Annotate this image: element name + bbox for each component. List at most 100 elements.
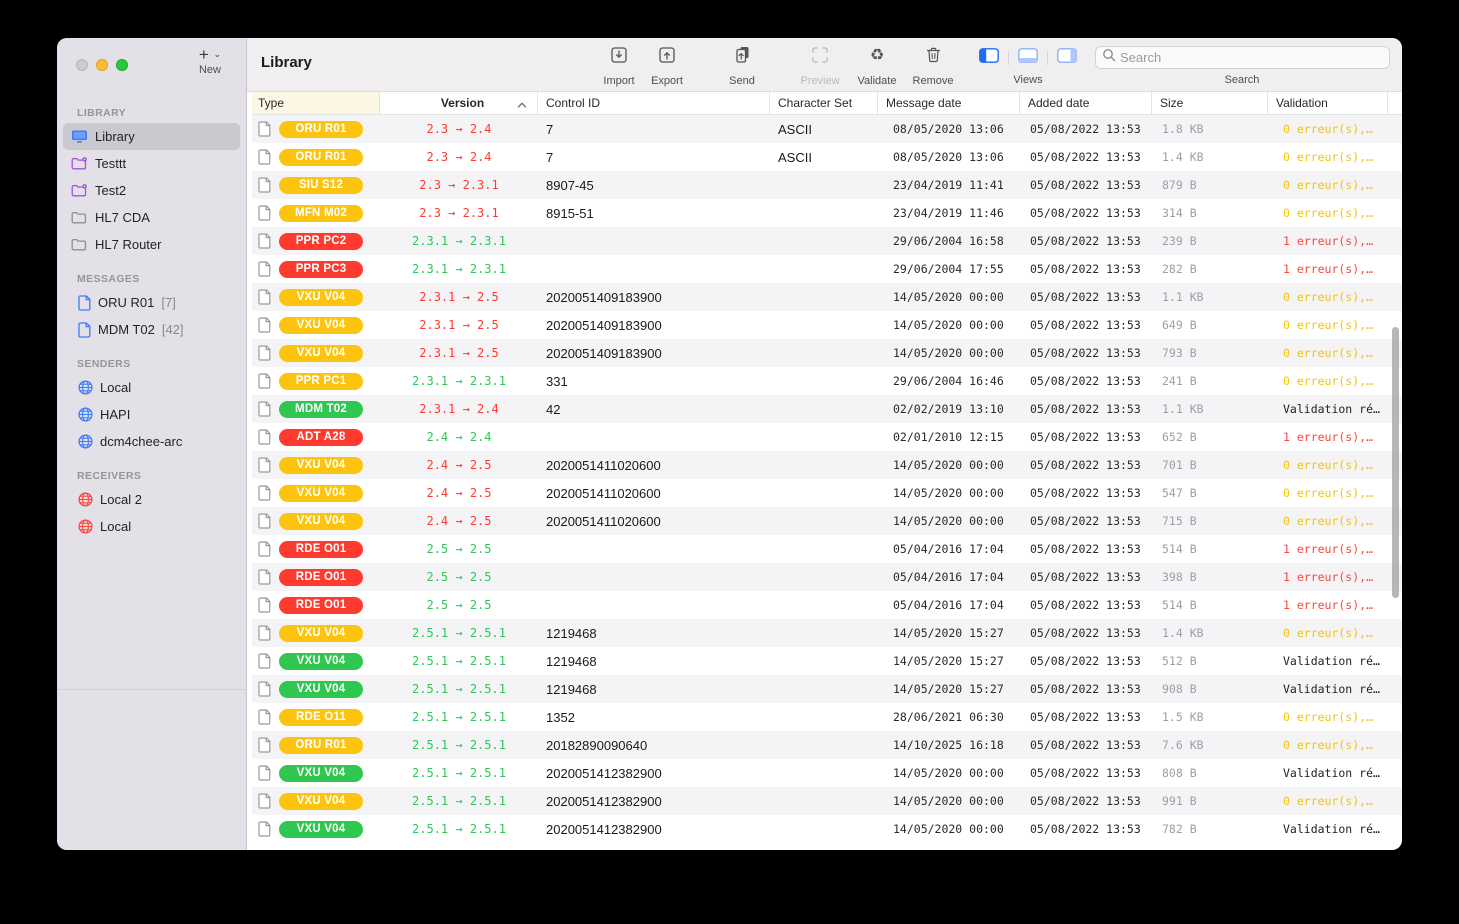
file-icon bbox=[258, 793, 271, 809]
added-date-cell: 05/08/2022 13:53 bbox=[1020, 367, 1152, 395]
table-row[interactable]: PPR PC12.3.1 → 2.3.133129/06/2004 16:460… bbox=[252, 367, 1402, 395]
table-row[interactable]: RDE O012.5 → 2.505/04/2016 17:0405/08/20… bbox=[252, 591, 1402, 619]
table-row[interactable]: VXU V042.3.1 → 2.5202005140918390014/05/… bbox=[252, 339, 1402, 367]
search-field[interactable] bbox=[1095, 46, 1390, 69]
zoom-window-button[interactable] bbox=[116, 59, 128, 71]
sidebar-item-mdm-t02[interactable]: MDM T02[42] bbox=[63, 316, 240, 343]
added-date-cell: 05/08/2022 13:53 bbox=[1020, 479, 1152, 507]
vertical-scrollbar[interactable] bbox=[1392, 327, 1399, 598]
column-header-type[interactable]: Type bbox=[252, 92, 380, 114]
sidebar-item-local[interactable]: Local bbox=[63, 513, 240, 540]
table-row[interactable]: VXU V042.5.1 → 2.5.1202005141238290014/0… bbox=[252, 787, 1402, 815]
sidebar-item-hl7-router[interactable]: HL7 Router bbox=[63, 231, 240, 258]
table-row[interactable]: MDM T022.3.1 → 2.44202/02/2019 13:1005/0… bbox=[252, 395, 1402, 423]
added-date-cell: 05/08/2022 13:53 bbox=[1020, 451, 1152, 479]
validation-cell: 0 erreur(s),… bbox=[1268, 311, 1388, 339]
export-button[interactable]: Export bbox=[635, 45, 699, 87]
sidebar-item-test2[interactable]: Test2 bbox=[63, 177, 240, 204]
version-cell: 2.5.1 → 2.5.1 bbox=[380, 787, 538, 815]
sidebar-item-testtt[interactable]: Testtt bbox=[63, 150, 240, 177]
table-row[interactable]: VXU V042.3.1 → 2.5202005140918390014/05/… bbox=[252, 311, 1402, 339]
message-type-badge: PPR PC1 bbox=[279, 373, 363, 390]
table-header: Type Version Control IDCharacter SetMessag… bbox=[252, 92, 1402, 115]
column-header-label: Version bbox=[441, 96, 484, 110]
control-id-cell: 331 bbox=[538, 367, 770, 395]
type-cell: PPR PC3 bbox=[252, 255, 380, 283]
sidebar-section-title: MESSAGES bbox=[57, 269, 246, 289]
sidebar-item-local[interactable]: Local bbox=[63, 374, 240, 401]
globe-red-icon bbox=[78, 492, 93, 507]
table-row[interactable]: PPR PC22.3.1 → 2.3.129/06/2004 16:5805/0… bbox=[252, 227, 1402, 255]
message-date-cell: 14/05/2020 00:00 bbox=[878, 815, 1020, 843]
show-bottom-panel-view-icon[interactable] bbox=[1018, 48, 1038, 68]
item-count-badge: [7] bbox=[161, 295, 175, 310]
table-row[interactable]: VXU V042.5.1 → 2.5.1202005141238290014/0… bbox=[252, 759, 1402, 787]
table-row[interactable]: VXU V042.4 → 2.5202005141102060014/05/20… bbox=[252, 479, 1402, 507]
sidebar-item-hapi[interactable]: HAPI bbox=[63, 401, 240, 428]
table-row[interactable]: VXU V042.5.1 → 2.5.1202005141238290014/0… bbox=[252, 815, 1402, 843]
views-segment bbox=[979, 48, 1077, 68]
table-row[interactable]: VXU V042.5.1 → 2.5.1121946814/05/2020 15… bbox=[252, 619, 1402, 647]
column-header-added-date[interactable]: Added date bbox=[1020, 92, 1152, 114]
file-icon bbox=[258, 373, 271, 389]
version-cell: 2.4 → 2.5 bbox=[380, 479, 538, 507]
minimize-window-button[interactable] bbox=[96, 59, 108, 71]
table-row[interactable]: PPR PC32.3.1 → 2.3.129/06/2004 17:5505/0… bbox=[252, 255, 1402, 283]
added-date-cell: 05/08/2022 13:53 bbox=[1020, 283, 1152, 311]
column-header-message-date[interactable]: Message date bbox=[878, 92, 1020, 114]
column-header-control-id[interactable]: Control ID bbox=[538, 92, 770, 114]
remove-button[interactable]: Remove bbox=[901, 45, 965, 87]
validation-cell: 0 erreur(s),… bbox=[1268, 787, 1388, 815]
table-row[interactable]: ORU R012.3 → 2.47ASCII08/05/2020 13:0605… bbox=[252, 115, 1402, 143]
added-date-cell: 05/08/2022 13:53 bbox=[1020, 563, 1152, 591]
added-date-cell: 05/08/2022 13:53 bbox=[1020, 591, 1152, 619]
type-cell: VXU V04 bbox=[252, 311, 380, 339]
table-row[interactable]: ORU R012.3 → 2.47ASCII08/05/2020 13:0605… bbox=[252, 143, 1402, 171]
control-id-cell: 2020051411020600 bbox=[538, 451, 770, 479]
control-id-cell: 1219468 bbox=[538, 675, 770, 703]
column-header-size[interactable]: Size bbox=[1152, 92, 1268, 114]
added-date-cell: 05/08/2022 13:53 bbox=[1020, 675, 1152, 703]
column-header-character-set[interactable]: Character Set bbox=[770, 92, 878, 114]
message-date-cell: 14/05/2020 00:00 bbox=[878, 339, 1020, 367]
type-cell: PPR PC2 bbox=[252, 227, 380, 255]
search-input[interactable] bbox=[1120, 50, 1383, 65]
show-right-panel-view-icon[interactable] bbox=[1057, 48, 1077, 68]
table-row[interactable]: VXU V042.3.1 → 2.5202005140918390014/05/… bbox=[252, 283, 1402, 311]
type-cell: MDM T02 bbox=[252, 395, 380, 423]
table-row[interactable]: ADT A282.4 → 2.402/01/2010 12:1505/08/20… bbox=[252, 423, 1402, 451]
column-header-version[interactable]: Version bbox=[380, 92, 538, 114]
character-set-cell bbox=[770, 423, 878, 451]
views-separator bbox=[1008, 51, 1009, 65]
sidebar-item-oru-r01[interactable]: ORU R01[7] bbox=[63, 289, 240, 316]
control-id-cell: 1219468 bbox=[538, 619, 770, 647]
table-row[interactable]: RDE O112.5.1 → 2.5.1135228/06/2021 06:30… bbox=[252, 703, 1402, 731]
table-row[interactable]: MFN M022.3 → 2.3.18915-5123/04/2019 11:4… bbox=[252, 199, 1402, 227]
table-row[interactable]: VXU V042.4 → 2.5202005141102060014/05/20… bbox=[252, 451, 1402, 479]
table-row[interactable]: RDE O012.5 → 2.505/04/2016 17:0405/08/20… bbox=[252, 563, 1402, 591]
new-button[interactable]: + ⌄ New bbox=[184, 45, 236, 77]
table-row[interactable]: VXU V042.5.1 → 2.5.1121946814/05/2020 15… bbox=[252, 675, 1402, 703]
table-row[interactable]: VXU V042.5.1 → 2.5.1121946814/05/2020 15… bbox=[252, 647, 1402, 675]
type-cell: VXU V04 bbox=[252, 787, 380, 815]
table-row[interactable]: VXU V042.4 → 2.5202005141102060014/05/20… bbox=[252, 507, 1402, 535]
added-date-cell: 05/08/2022 13:53 bbox=[1020, 787, 1152, 815]
table-row[interactable]: RDE O012.5 → 2.505/04/2016 17:0405/08/20… bbox=[252, 535, 1402, 563]
column-header-validation[interactable]: Validation bbox=[1268, 92, 1388, 114]
sidebar-item-label: Local bbox=[100, 380, 131, 395]
table-row[interactable]: ORU R012.5.1 → 2.5.12018289009064014/10/… bbox=[252, 731, 1402, 759]
message-date-cell: 14/05/2020 00:00 bbox=[878, 787, 1020, 815]
folder-icon bbox=[71, 210, 88, 225]
validate-button[interactable]: ♻Validate bbox=[845, 45, 909, 87]
table-row[interactable]: SIU S122.3 → 2.3.18907-4523/04/2019 11:4… bbox=[252, 171, 1402, 199]
sidebar-item-hl7-cda[interactable]: HL7 CDA bbox=[63, 204, 240, 231]
sidebar-item-dcm4chee-arc[interactable]: dcm4chee-arc bbox=[63, 428, 240, 455]
send-button[interactable]: Send bbox=[710, 45, 774, 87]
show-sidebar-view-icon[interactable] bbox=[979, 48, 999, 68]
message-type-badge: MFN M02 bbox=[279, 205, 363, 222]
sidebar-item-local-2[interactable]: Local 2 bbox=[63, 486, 240, 513]
sidebar-item-library[interactable]: Library bbox=[63, 123, 240, 150]
close-window-button[interactable] bbox=[76, 59, 88, 71]
version-cell: 2.4 → 2.5 bbox=[380, 451, 538, 479]
size-cell: 1.1 KB bbox=[1152, 395, 1268, 423]
